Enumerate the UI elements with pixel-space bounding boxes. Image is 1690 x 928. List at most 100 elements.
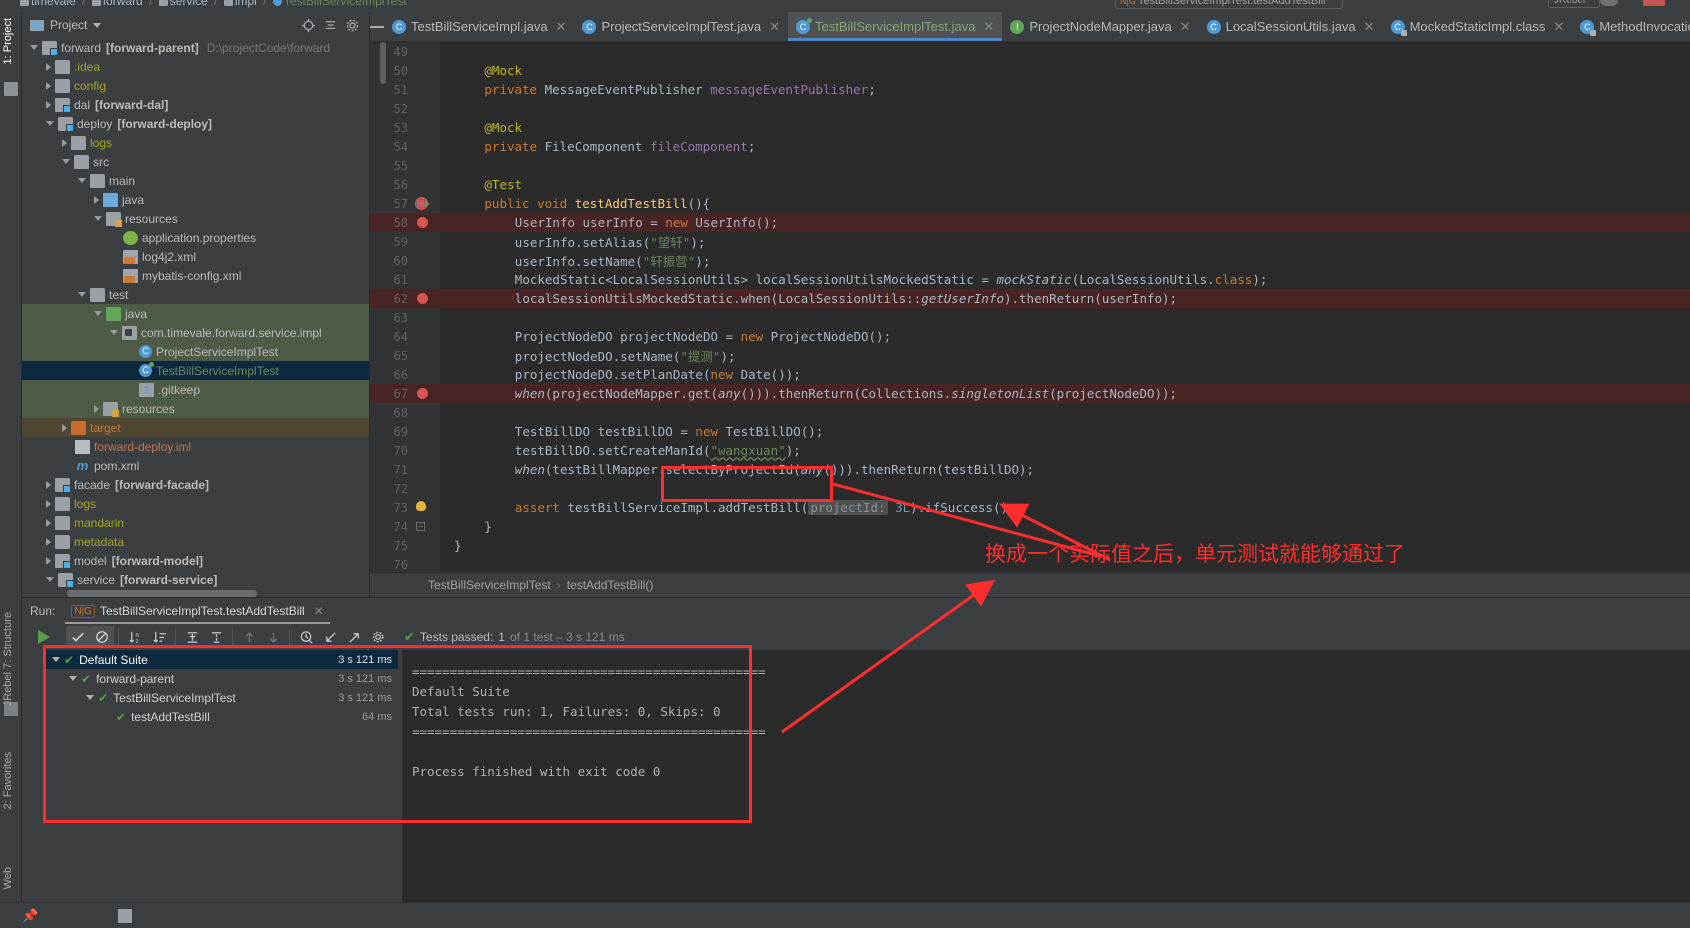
code-text[interactable]: }	[440, 538, 462, 553]
chevron-right-icon[interactable]	[46, 62, 51, 71]
project-tree-item[interactable]: java	[22, 304, 369, 323]
code-text[interactable]: userInfo.setName("轩振营");	[440, 251, 711, 270]
project-tree-item[interactable]: deploy [forward-deploy]	[22, 114, 369, 133]
gutter-marks[interactable]	[412, 422, 440, 441]
chevron-down-icon[interactable]	[110, 330, 118, 335]
test-results-tree[interactable]: ✔ Default Suite 3 s 121 ms ✔ forward-parent 3…	[46, 650, 398, 902]
rail-item-web[interactable]: Web	[2, 867, 14, 889]
gutter-marks[interactable]	[412, 403, 440, 422]
project-tree-item[interactable]: forward-deploy.iml	[22, 437, 369, 456]
show-passed-toggle[interactable]	[66, 626, 90, 648]
run-console-output[interactable]: ========================================…	[402, 650, 1690, 902]
code-line[interactable]: 52	[370, 99, 1690, 118]
gutter-marks[interactable]	[412, 289, 440, 308]
chevron-down-icon[interactable]	[86, 695, 94, 700]
gutter-marks[interactable]	[412, 270, 440, 289]
gutter-marks[interactable]	[412, 327, 440, 346]
code-text[interactable]: ProjectNodeDO projectNodeDO = new Projec…	[440, 329, 891, 344]
code-line[interactable]: 67 when(projectNodeMapper.get(any())).the…	[370, 384, 1690, 403]
project-tree-item[interactable]: service [forward-service]	[22, 570, 369, 587]
code-text[interactable]: UserInfo userInfo = new UserInfo();	[440, 215, 778, 230]
editor-tab-bar[interactable]: TestBillServiceImpl.java✕ProjectServiceI…	[370, 12, 1690, 42]
project-tree-item[interactable]: com.timevale.forward.service.impl	[22, 323, 369, 342]
chevron-right-icon[interactable]	[62, 423, 67, 432]
project-tree-item[interactable]: target	[22, 418, 369, 437]
code-text[interactable]: userInfo.setAlias("望轩");	[440, 232, 706, 251]
debug-icon[interactable]	[1451, 0, 1473, 8]
gutter-marks[interactable]	[412, 80, 440, 99]
gear-icon[interactable]	[341, 16, 363, 34]
code-line[interactable]: 50 @Mock	[370, 61, 1690, 80]
editor-tab[interactable]: ProjectNodeMapper.java ✕	[1002, 12, 1198, 41]
chevron-right-icon[interactable]	[62, 138, 67, 147]
crumb-1[interactable]: forward	[103, 0, 143, 8]
rail-item-structure[interactable]: 7: Structure	[2, 612, 14, 669]
project-tree-item[interactable]: logs	[22, 494, 369, 513]
code-text[interactable]: }	[440, 519, 492, 534]
crumb-2[interactable]: service	[170, 0, 208, 8]
project-tree-horizontal-scrollbar[interactable]	[67, 590, 257, 597]
code-text[interactable]: private FileComponent fileComponent;	[440, 139, 755, 154]
project-tree-item[interactable]: mybatis-config.xml	[22, 266, 369, 285]
breakpoint-icon[interactable]	[417, 293, 428, 304]
chevron-down-icon[interactable]	[93, 22, 102, 28]
gutter-marks[interactable]	[412, 460, 440, 479]
gutter-marks[interactable]	[412, 384, 440, 403]
rail-item-project[interactable]: 1: Project	[2, 18, 14, 64]
project-tree-item[interactable]: test	[22, 285, 369, 304]
gutter-marks[interactable]	[412, 61, 440, 80]
user-account-icon[interactable]	[1600, 0, 1618, 6]
code-line[interactable]: 70 testBillDO.setCreateManId("wangxuan");	[370, 441, 1690, 460]
chevron-down-icon[interactable]	[46, 577, 54, 582]
editor-tab[interactable]: TestBillServiceImplTest.java ✕	[788, 12, 1003, 41]
chevron-down-icon[interactable]	[94, 216, 102, 221]
close-tab-icon[interactable]: ✕	[556, 19, 567, 35]
run-toolbar-icons[interactable]	[1425, 0, 1526, 10]
chevron-right-icon[interactable]	[46, 100, 51, 109]
close-icon[interactable]: ✕	[314, 604, 324, 618]
collapse-all-icon[interactable]	[204, 626, 228, 648]
expand-all-icon[interactable]	[180, 626, 204, 648]
gutter-marks[interactable]	[412, 232, 440, 251]
crumb-0[interactable]: timevale	[31, 0, 76, 8]
code-line[interactable]: 73 assert testBillServiceImpl.addTestBill…	[370, 498, 1690, 517]
project-file-tree[interactable]: forward [forward-parent] D:\projectCode\fo…	[22, 38, 369, 587]
code-text[interactable]: @Mock	[440, 63, 522, 78]
project-tree-item[interactable]: logs	[22, 133, 369, 152]
chevron-down-icon[interactable]	[30, 45, 38, 50]
mute-breakpoints-toggle[interactable]	[90, 626, 114, 648]
breakpoint-icon[interactable]	[417, 217, 428, 228]
jrebel-selector[interactable]: JRebel	[1548, 0, 1601, 8]
close-tab-icon[interactable]: ✕	[1364, 19, 1375, 35]
project-tree-item[interactable]: resources	[22, 209, 369, 228]
code-fold-icon[interactable]: −	[416, 199, 425, 208]
code-text[interactable]: testBillDO.setCreateManId("wangxuan");	[440, 443, 801, 458]
hide-tabs-button[interactable]	[370, 12, 384, 41]
close-tab-icon[interactable]: ✕	[769, 19, 780, 35]
gutter-marks[interactable]	[412, 251, 440, 270]
gutter-marks[interactable]	[412, 536, 440, 555]
rail-item-jrebel[interactable]: JRebel	[2, 672, 14, 706]
crumb-3[interactable]: impl	[235, 0, 257, 8]
gutter-marks[interactable]	[412, 175, 440, 194]
code-line[interactable]: 66 projectNodeDO.setPlanDate(new Date());	[370, 365, 1690, 384]
code-fold-icon[interactable]: −	[416, 522, 425, 531]
project-tree-item[interactable]: metadata	[22, 532, 369, 551]
code-line[interactable]: 65 projectNodeDO.setName("提测");	[370, 346, 1690, 365]
code-line[interactable]: 60 userInfo.setName("轩振营");	[370, 251, 1690, 270]
breakpoint-icon[interactable]	[417, 388, 428, 399]
run-icon[interactable]	[1425, 0, 1447, 8]
project-tree-item[interactable]: model [forward-model]	[22, 551, 369, 570]
chevron-right-icon[interactable]	[46, 537, 51, 546]
code-text[interactable]: TestBillDO testBillDO = new TestBillDO()…	[440, 424, 824, 439]
gutter-marks[interactable]	[412, 498, 440, 517]
chevron-right-icon[interactable]	[46, 499, 51, 508]
code-line[interactable]: 51 private MessageEventPublisher messageE…	[370, 80, 1690, 99]
chevron-right-icon[interactable]	[46, 480, 51, 489]
breadcrumb-method[interactable]: testAddTestBill()	[567, 578, 654, 592]
code-line[interactable]: 59 userInfo.setAlias("望轩");	[370, 232, 1690, 251]
profile-icon[interactable]	[1504, 0, 1526, 8]
code-line[interactable]: 53 @Mock	[370, 118, 1690, 137]
close-tab-icon[interactable]: ✕	[1180, 19, 1191, 35]
code-line[interactable]: 61 MockedStatic<LocalSessionUtils> localS…	[370, 270, 1690, 289]
